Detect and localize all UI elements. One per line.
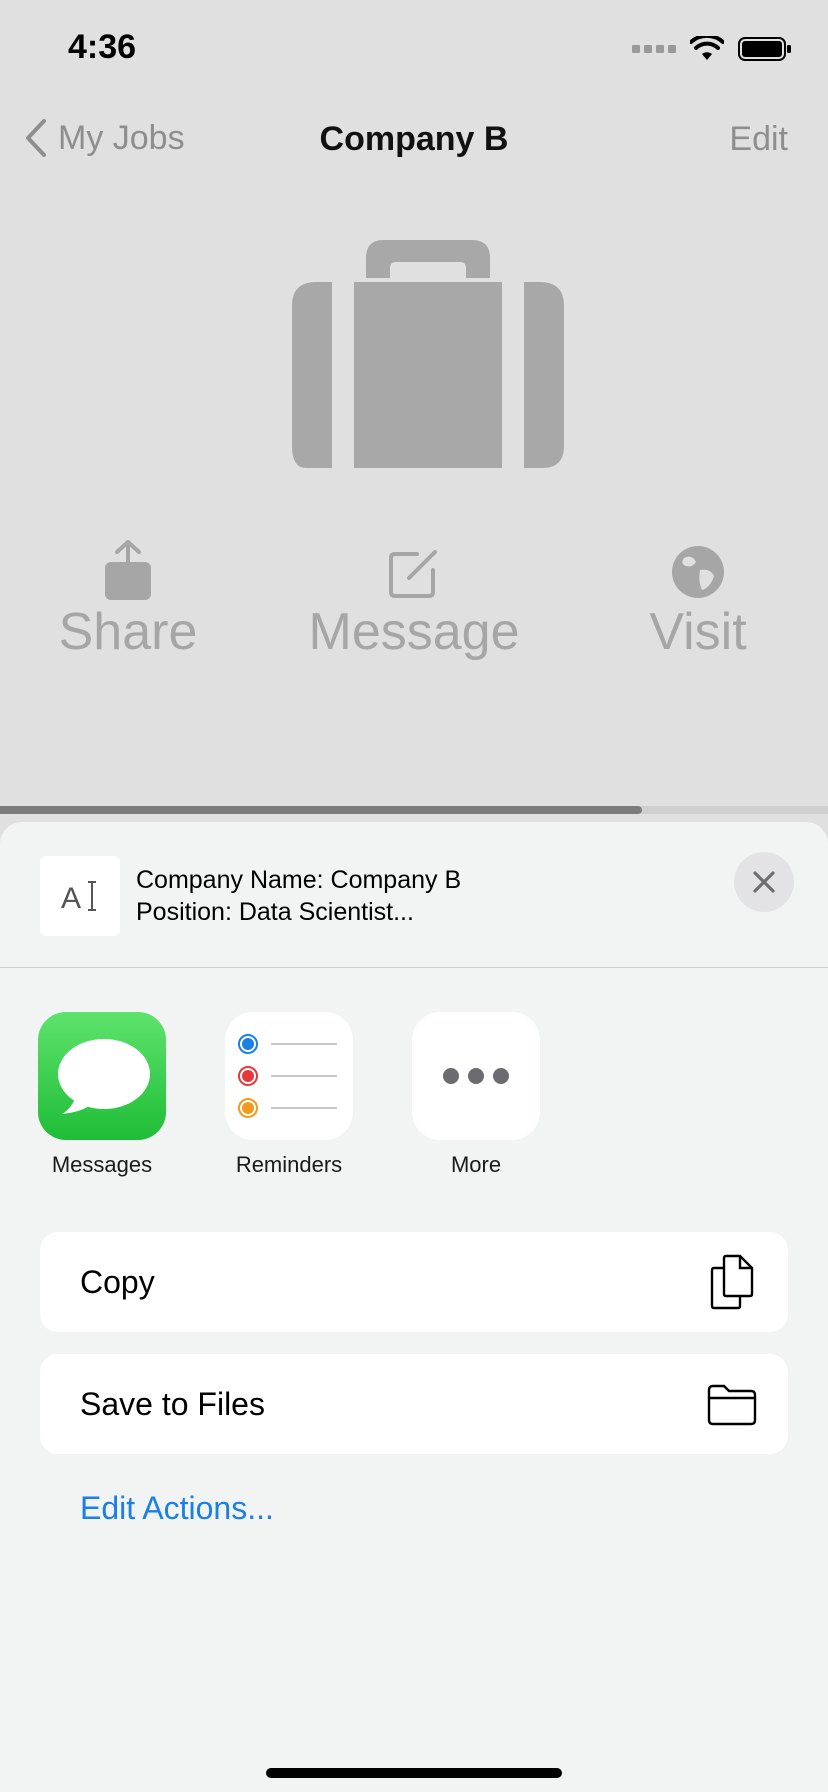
preview-text: Company Name: Company B Position: Data S… — [136, 864, 461, 928]
app-more-label: More — [450, 1152, 502, 1177]
signal-icon — [632, 45, 676, 53]
share-action[interactable]: Share — [58, 540, 198, 662]
job-actions: Share Message Visit — [0, 540, 828, 662]
text-document-icon: A — [61, 881, 96, 915]
close-button[interactable] — [734, 852, 794, 912]
wifi-icon — [690, 36, 724, 60]
more-icon — [412, 1012, 540, 1140]
page-progress-fill — [0, 806, 642, 814]
message-label: Message — [308, 603, 520, 661]
preview-line-2: Position: Data Scientist... — [136, 898, 414, 926]
edit-actions-link[interactable]: Edit Actions... — [80, 1490, 274, 1527]
svg-text:A: A — [61, 882, 81, 915]
save-to-files-action[interactable]: Save to Files — [40, 1354, 788, 1454]
status-icons — [632, 36, 792, 62]
briefcase-icon — [292, 240, 564, 468]
battery-icon — [738, 37, 791, 61]
share-label: Share — [58, 603, 198, 661]
app-messages-label: Messages — [51, 1152, 153, 1177]
preview-line-1: Company Name: Company B — [136, 866, 462, 894]
share-apps-row: Messages Reminders More — [0, 1012, 828, 1192]
save-to-files-label: Save to Files — [80, 1386, 265, 1422]
compose-icon — [389, 550, 437, 598]
copy-action[interactable]: Copy — [40, 1232, 788, 1332]
close-icon — [753, 871, 775, 893]
edit-button[interactable]: Edit — [729, 120, 788, 159]
visit-label: Visit — [649, 603, 747, 661]
messages-icon — [38, 1012, 166, 1140]
copy-icon — [704, 1254, 760, 1310]
reminders-icon — [225, 1012, 353, 1140]
navigation-bar: My Jobs Company B Edit — [0, 110, 828, 170]
visit-action[interactable]: Visit — [644, 540, 752, 662]
status-time: 4:36 — [68, 28, 137, 66]
app-reminders[interactable]: Reminders — [225, 1012, 353, 1178]
share-sheet: A Company Name: Company B Position: Data… — [0, 822, 828, 1792]
status-bar: 4:36 — [0, 0, 828, 100]
page-title: Company B — [319, 120, 509, 158]
app-reminders-label: Reminders — [235, 1152, 343, 1177]
message-action[interactable]: Message — [304, 540, 524, 662]
share-icon — [105, 540, 151, 600]
app-more[interactable]: More — [412, 1012, 540, 1178]
preview-thumbnail: A — [40, 856, 120, 936]
share-sheet-header: A Company Name: Company B Position: Data… — [0, 822, 828, 968]
home-indicator[interactable] — [266, 1768, 562, 1778]
folder-icon — [704, 1376, 760, 1432]
app-messages[interactable]: Messages — [38, 1012, 166, 1178]
copy-label: Copy — [80, 1264, 155, 1300]
globe-icon — [672, 546, 724, 598]
